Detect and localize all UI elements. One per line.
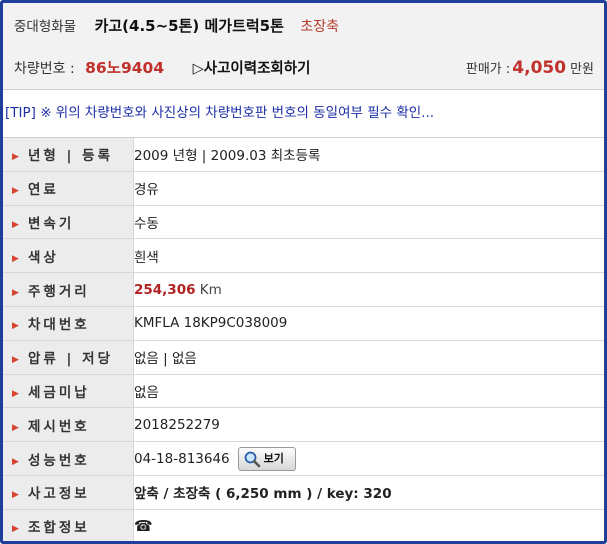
- spec-value-presentation: 2018252279: [133, 407, 604, 443]
- vehicle-detail-panel: 중대형화물 카고(4.5~5톤) 메가트럭5톤 초장축 차량번호 : 86노94…: [0, 0, 607, 544]
- arrow-right-icon: ▶: [12, 186, 19, 197]
- arrow-right-icon: ▶: [12, 287, 19, 298]
- table-row: ▶ 압류 | 저당 없음 | 없음: [3, 340, 604, 375]
- axle-type: 초장축: [300, 19, 340, 35]
- phone-icon[interactable]: ☎: [134, 517, 153, 535]
- spec-table: ▶ 년형 | 등록 2009 년형 | 2009.03 최초등록 ▶ 연료 경유 ▶…: [3, 138, 604, 541]
- price: 판매가 :4,050 만원: [466, 58, 594, 78]
- arrow-right-icon: ▶: [12, 321, 19, 332]
- table-row: ▶ 성능번호 04-18-813646 보기: [3, 441, 604, 476]
- spec-value-year: 2009 년형 | 2009.03 최초등록: [133, 138, 604, 172]
- spec-label-mileage: 주행거리: [28, 283, 90, 300]
- table-row: ▶ 세금미납 없음: [3, 374, 604, 409]
- plate-line: 차량번호 : 86노9404 ▷사고이력조회하기: [14, 56, 310, 78]
- plate-number: 86노9404: [85, 59, 165, 77]
- table-row: ▶ 변속기 수동: [3, 205, 604, 240]
- view-button-label: 보기: [263, 451, 284, 465]
- mileage-unit: Km: [199, 281, 222, 298]
- arrow-right-icon: ▶: [12, 490, 19, 501]
- spec-value-color: 흰색: [133, 238, 604, 274]
- spec-label-presentation: 제시번호: [28, 418, 90, 435]
- price-label: 판매가 :: [465, 62, 511, 77]
- spec-value-tax: 없음: [133, 374, 604, 409]
- vehicle-title-line: 중대형화물 카고(4.5~5톤) 메가트럭5톤 초장축: [14, 15, 339, 36]
- spec-value-mileage: 254,306 Km: [133, 272, 604, 307]
- table-row: ▶ 년형 | 등록 2009 년형 | 2009.03 최초등록: [3, 138, 604, 172]
- price-value: 4,050: [512, 58, 567, 78]
- table-row: ▶ 차대번호 KMFLA 18KP9C038009: [3, 306, 604, 341]
- spec-value-accident: 앞축 / 초장축 ( 6,250 mm ) / key: 320: [133, 475, 604, 510]
- arrow-right-icon: ▶: [12, 422, 19, 433]
- spec-label-union: 조합정보: [28, 520, 90, 537]
- spec-label-seizure: 압류 | 저당: [28, 351, 114, 368]
- spec-value-seizure: 없음 | 없음: [133, 340, 604, 375]
- spec-label-tax: 세금미납: [28, 384, 90, 401]
- accident-history-link[interactable]: ▷사고이력조회하기: [193, 61, 311, 77]
- table-row: ▶ 사고정보 앞축 / 초장축 ( 6,250 mm ) / key: 320: [3, 475, 604, 510]
- vehicle-category: 중대형화물: [14, 19, 77, 35]
- vehicle-model: 카고(4.5~5톤) 메가트럭5톤: [94, 17, 284, 35]
- vehicle-header: 중대형화물 카고(4.5~5톤) 메가트럭5톤 초장축 차량번호 : 86노94…: [3, 3, 604, 90]
- arrow-right-icon: ▶: [12, 219, 19, 230]
- magnifier-icon: [244, 451, 260, 467]
- arrow-right-icon: ▶: [12, 524, 19, 535]
- arrow-right-icon: ▶: [12, 152, 19, 163]
- arrow-right-icon: ▶: [12, 355, 19, 366]
- arrow-right-icon: ▶: [12, 388, 19, 399]
- mileage-number: 254,306: [134, 281, 196, 298]
- spec-label-accident: 사고정보: [28, 486, 90, 503]
- spec-label-year: 년형 | 등록: [28, 148, 114, 165]
- spec-label-performance: 성능번호: [28, 452, 90, 469]
- table-row: ▶ 주행거리 254,306 Km: [3, 272, 604, 307]
- spec-label-color: 색상: [28, 249, 59, 266]
- table-row: ▶ 제시번호 2018252279: [3, 407, 604, 443]
- performance-number: 04-18-813646: [134, 450, 230, 467]
- arrow-right-icon: ▶: [12, 456, 19, 467]
- spec-label-transmission: 변속기: [28, 215, 75, 232]
- spec-value-vin: KMFLA 18KP9C038009: [133, 306, 604, 341]
- table-row: ▶ 연료 경유: [3, 171, 604, 206]
- spec-value-performance: 04-18-813646 보기: [133, 441, 604, 476]
- spec-value-fuel: 경유: [133, 171, 604, 206]
- spec-value-transmission: 수동: [133, 205, 604, 240]
- view-performance-button[interactable]: 보기: [237, 446, 296, 471]
- table-row: ▶ 색상 흰색: [3, 238, 604, 274]
- spec-label-fuel: 연료: [28, 182, 59, 199]
- tip-notice: [TIP] ※ 위의 차량번호와 사진상의 차량번호판 번호의 동일여부 필수 …: [3, 90, 604, 138]
- table-row: ▶ 조합정보 ☎: [3, 509, 604, 541]
- arrow-right-icon: ▶: [12, 253, 19, 264]
- spec-label-vin: 차대번호: [28, 317, 90, 334]
- plate-label: 차량번호 :: [14, 61, 75, 77]
- price-unit: 만원: [570, 62, 594, 77]
